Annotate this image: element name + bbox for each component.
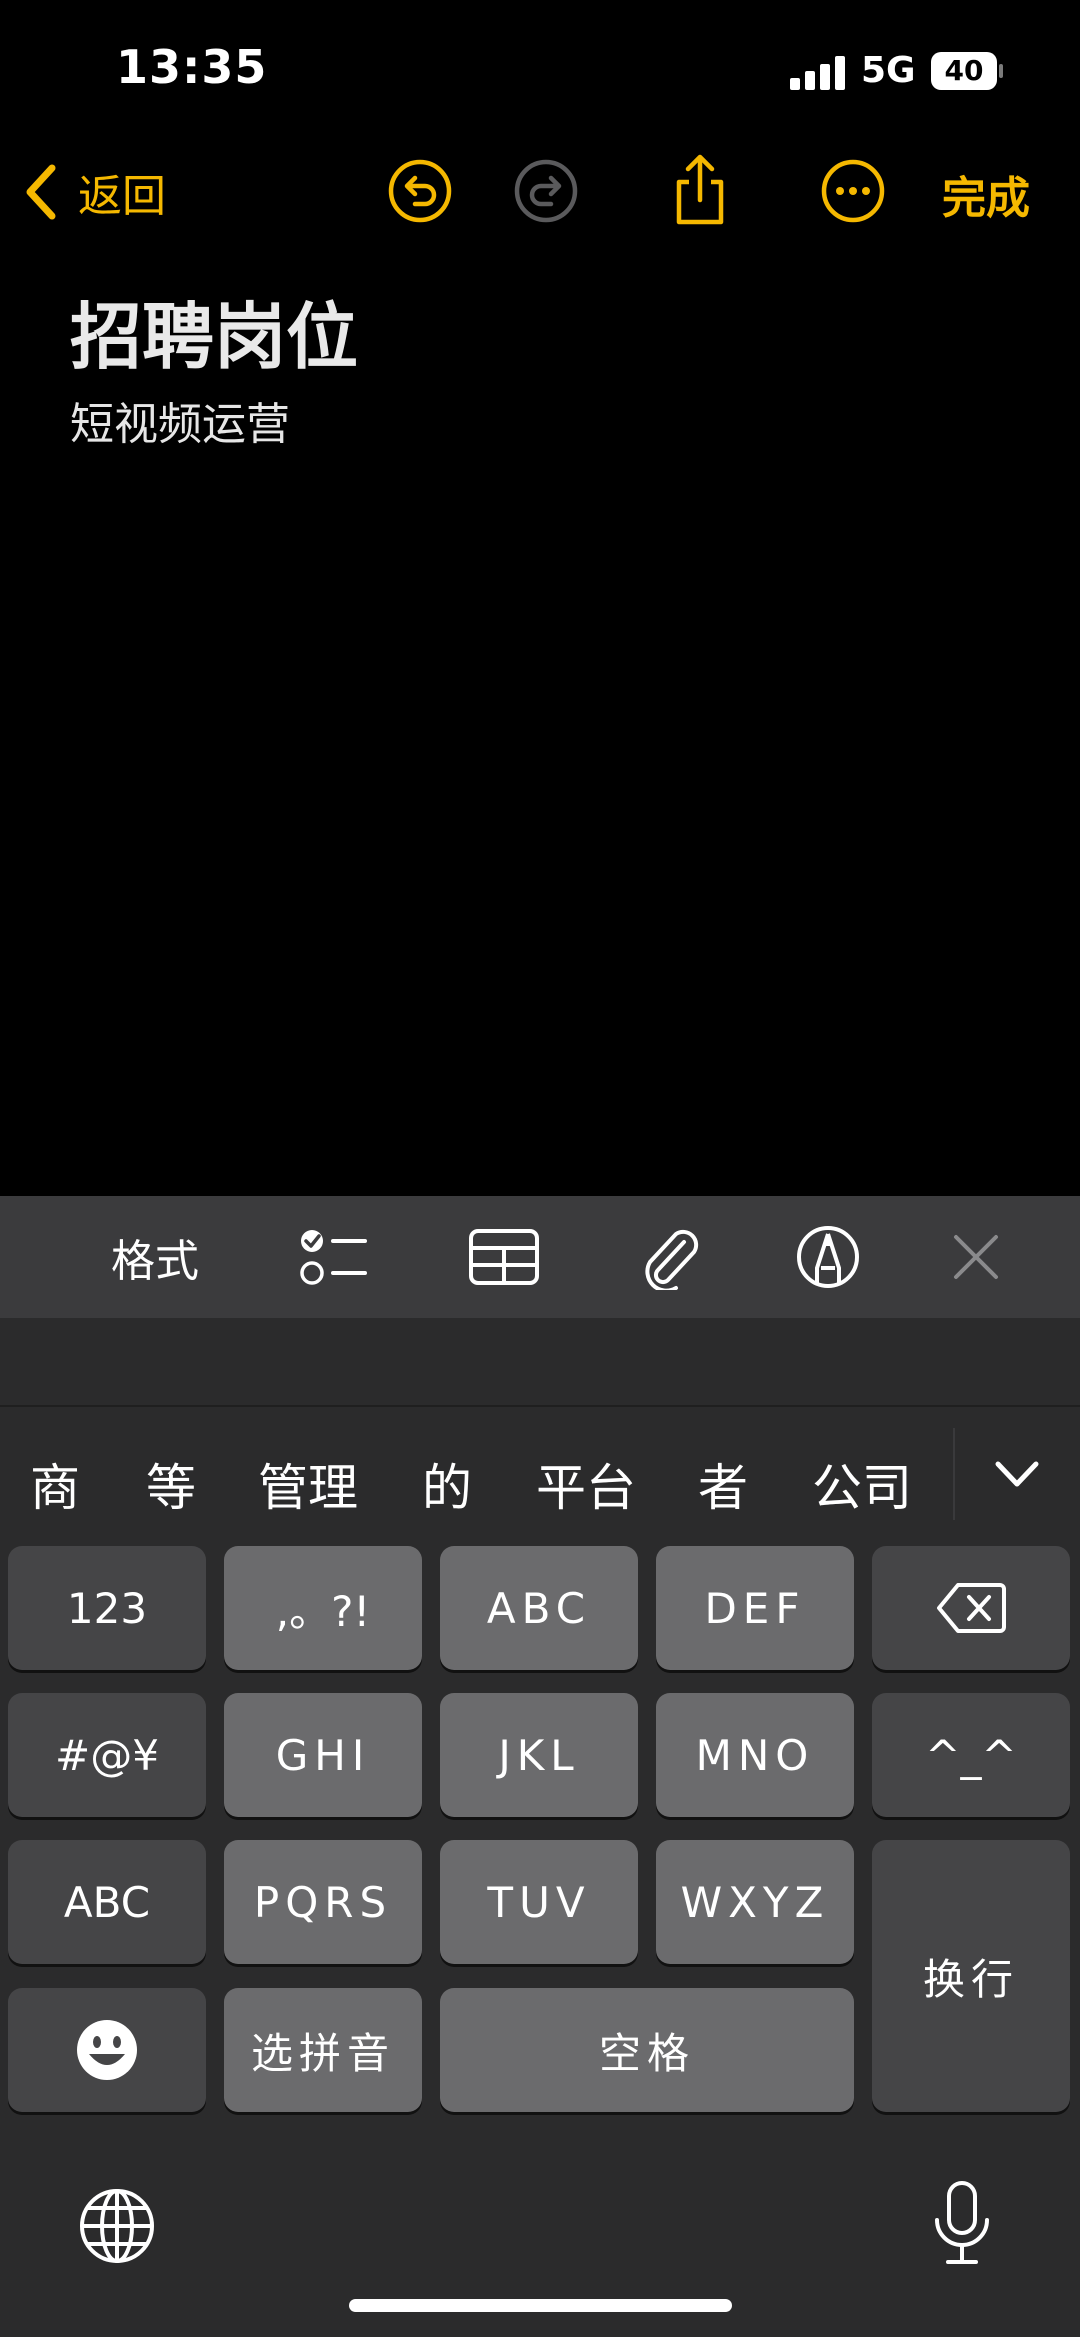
emoji-face-icon: [77, 2020, 137, 2080]
chevron-down-icon[interactable]: [990, 1448, 1044, 1502]
key-emoji[interactable]: [8, 1988, 206, 2112]
key-label: MNO: [695, 1730, 815, 1780]
key-label: 空格: [598, 2028, 695, 2078]
table-icon: [469, 1229, 539, 1285]
key-ghi[interactable]: GHI: [224, 1693, 422, 1817]
format-button[interactable]: 格式: [100, 1196, 210, 1318]
key-abc[interactable]: ABC: [440, 1546, 638, 1670]
attachment-button[interactable]: [632, 1196, 708, 1318]
key-return[interactable]: 换行: [872, 1840, 1070, 2112]
markup-button[interactable]: [790, 1196, 866, 1318]
note-body[interactable]: 短视频运营: [70, 388, 290, 452]
backspace-icon: [937, 1583, 1006, 1633]
close-toolbar-button[interactable]: [944, 1196, 1008, 1318]
key-123[interactable]: 123: [8, 1546, 206, 1670]
candidate-word[interactable]: 管理: [258, 1448, 358, 1520]
key-symbols[interactable]: #@¥: [8, 1693, 206, 1817]
key-mno[interactable]: MNO: [656, 1693, 854, 1817]
key-label: 123: [66, 1583, 148, 1633]
key-tuv[interactable]: TUV: [440, 1840, 638, 1964]
more-icon[interactable]: [820, 158, 886, 224]
note-title[interactable]: 招聘岗位: [70, 278, 358, 383]
close-icon: [954, 1235, 998, 1279]
paperclip-icon: [645, 1229, 699, 1290]
key-label: ,。?!: [275, 1586, 371, 1636]
home-indicator[interactable]: [349, 2299, 732, 2312]
battery-icon: 40: [931, 52, 1003, 90]
candidate-word[interactable]: 的: [422, 1448, 472, 1520]
table-button[interactable]: [466, 1196, 542, 1318]
key-emoticon[interactable]: ^_^: [872, 1693, 1070, 1817]
key-delete[interactable]: [872, 1546, 1070, 1670]
battery-level: 40: [944, 54, 984, 87]
key-label: WXYZ: [680, 1877, 830, 1927]
key-label: DEF: [704, 1583, 806, 1633]
key-space[interactable]: 空格: [440, 1988, 854, 2112]
globe-icon[interactable]: [79, 2188, 155, 2264]
candidate-word[interactable]: 商: [30, 1448, 80, 1520]
format-toolbar: 格式: [0, 1196, 1080, 1318]
key-wxyz[interactable]: WXYZ: [656, 1840, 854, 1964]
key-label: ABC: [63, 1877, 151, 1927]
done-button[interactable]: 完成: [942, 162, 1030, 226]
key-label: TUV: [487, 1877, 591, 1927]
candidate-word[interactable]: 公司: [812, 1448, 912, 1520]
key-label: 换行: [922, 1954, 1019, 2004]
key-pqrs[interactable]: PQRS: [224, 1840, 422, 1964]
candidate-word[interactable]: 等: [146, 1448, 196, 1520]
checklist-button[interactable]: [296, 1196, 372, 1318]
key-label: PQRS: [253, 1877, 393, 1927]
key-switch-abc[interactable]: ABC: [8, 1840, 206, 1964]
key-pinyin-select[interactable]: 选拼音: [224, 1988, 422, 2112]
divider: [0, 1405, 1080, 1407]
key-label: 选拼音: [250, 2028, 395, 2078]
share-icon[interactable]: [667, 152, 733, 228]
checklist-icon: [300, 1230, 367, 1285]
undo-icon[interactable]: [387, 158, 453, 224]
key-label: #@¥: [55, 1730, 159, 1780]
key-punctuation[interactable]: ,。?!: [224, 1546, 422, 1670]
key-label: GHI: [275, 1730, 371, 1780]
key-label: ABC: [486, 1583, 592, 1633]
network-type: 5G: [861, 50, 916, 91]
back-button[interactable]: 返回: [24, 160, 166, 224]
cellular-signal-icon: [790, 56, 845, 90]
key-label: JKL: [498, 1730, 580, 1780]
microphone-icon[interactable]: [932, 2180, 992, 2266]
status-time: 13:35: [116, 40, 268, 94]
candidate-word[interactable]: 平台: [536, 1448, 636, 1520]
redo-icon[interactable]: [513, 158, 579, 224]
chevron-left-icon: [26, 164, 56, 220]
keyboard: 商 等 管理 的 平台 者 公司 123 ,。?! ABC DEF #@¥ GH…: [0, 1318, 1080, 2337]
back-label: 返回: [78, 171, 166, 222]
key-label: ^_^: [925, 1730, 1017, 1780]
markup-pen-icon: [797, 1226, 859, 1288]
key-jkl[interactable]: JKL: [440, 1693, 638, 1817]
candidate-divider: [953, 1428, 955, 1520]
candidate-word[interactable]: 者: [698, 1448, 748, 1520]
key-def[interactable]: DEF: [656, 1546, 854, 1670]
